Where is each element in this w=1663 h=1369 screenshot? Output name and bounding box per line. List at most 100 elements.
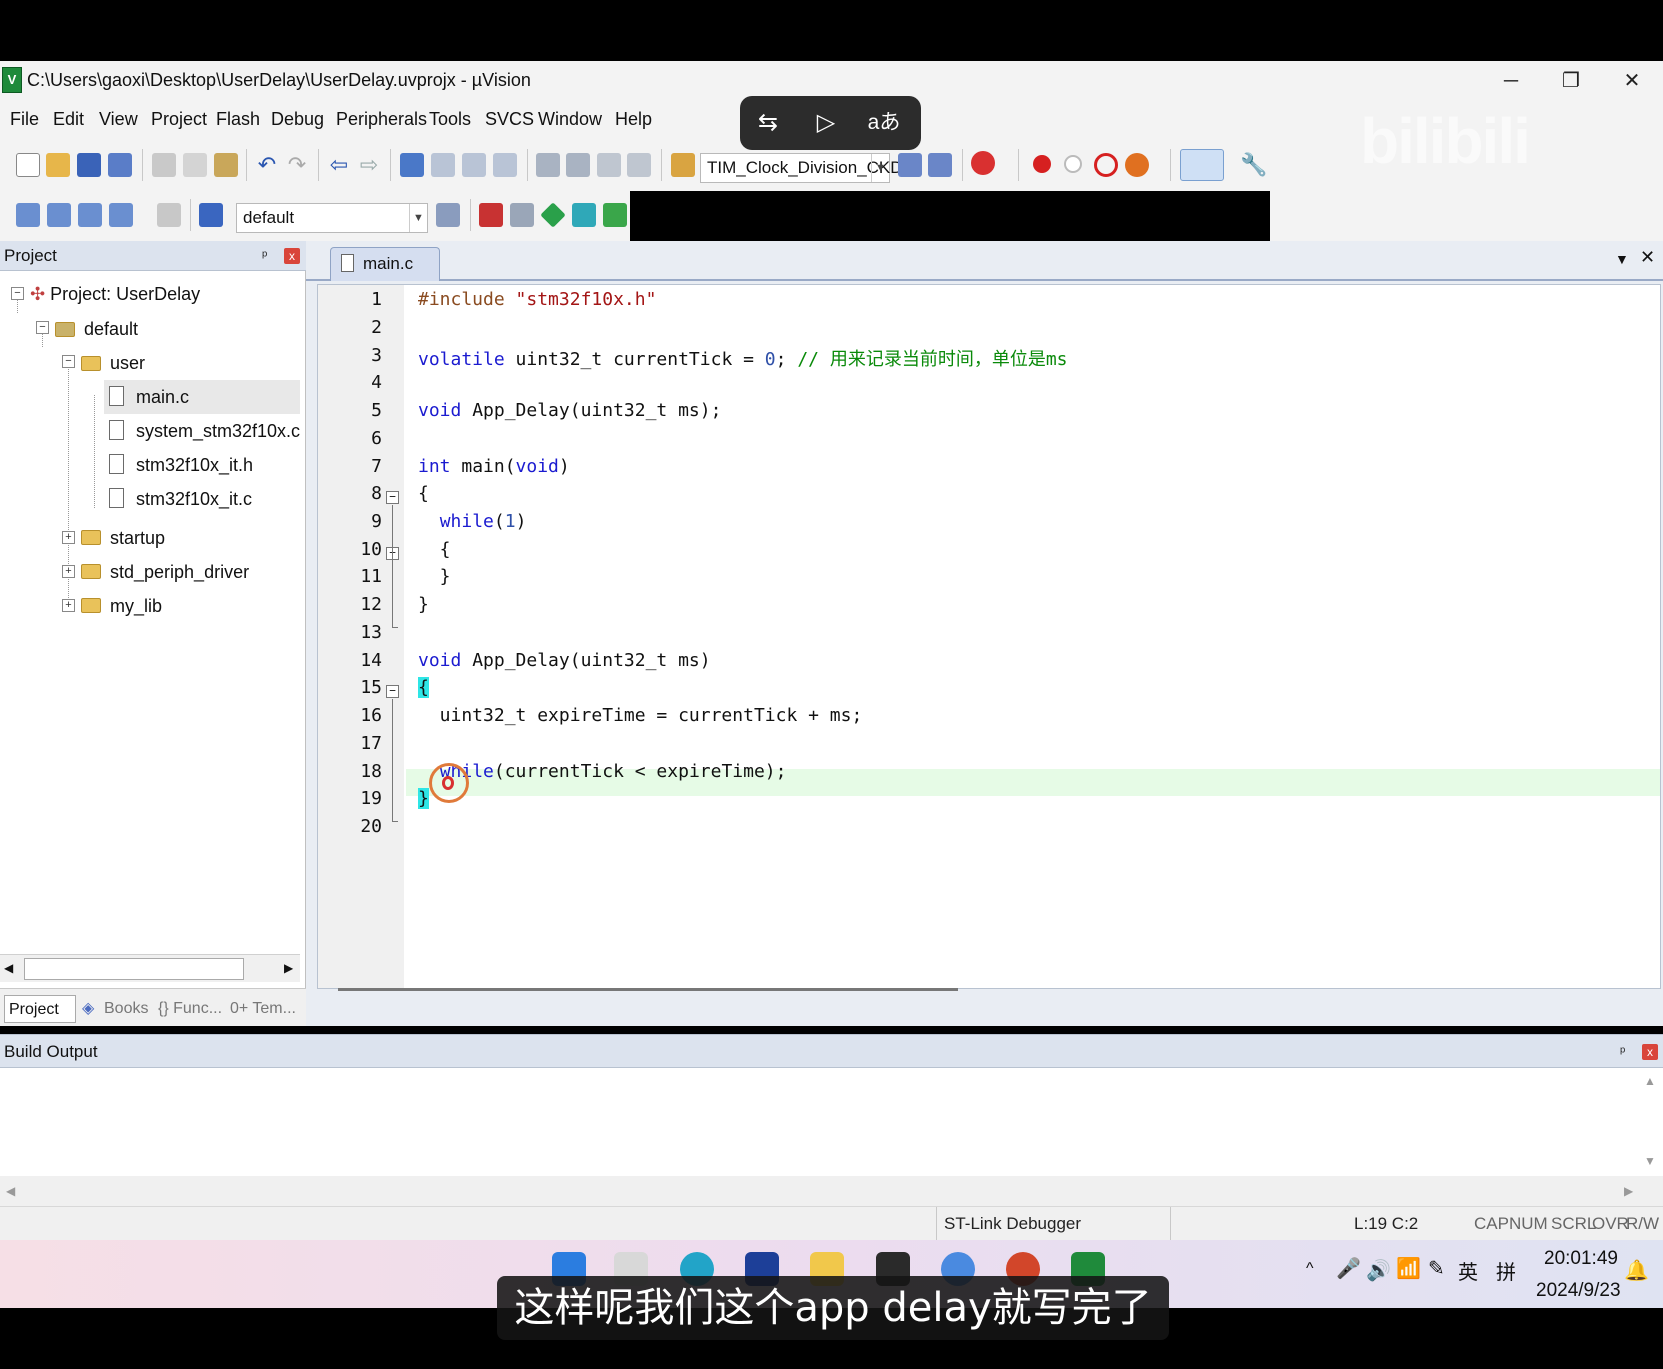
tree-file-main-c[interactable]: main.c <box>136 382 189 412</box>
new-file-icon[interactable] <box>16 153 40 177</box>
paste-icon[interactable] <box>214 153 238 177</box>
save-all-icon[interactable] <box>108 153 132 177</box>
translate-icon[interactable]: aあ <box>864 106 904 140</box>
open-file-icon[interactable] <box>46 153 70 177</box>
close-button[interactable]: ✕ <box>1604 65 1660 97</box>
fold-icon[interactable]: − <box>386 685 399 698</box>
menu-project[interactable]: Project <box>151 109 207 130</box>
volume-icon[interactable]: 🔊 <box>1366 1258 1391 1283</box>
configure-icon[interactable]: 🔧 <box>1240 153 1267 177</box>
scroll-thumb[interactable] <box>24 958 244 980</box>
debug-session-icon[interactable] <box>971 151 995 175</box>
prev-bookmark-icon[interactable] <box>431 153 455 177</box>
rte-icon[interactable] <box>603 203 627 227</box>
nav-back-icon[interactable]: ⇦ <box>327 153 351 177</box>
expand-icon[interactable]: + <box>62 599 75 612</box>
batch-build-icon[interactable] <box>109 203 133 227</box>
scroll-left-icon[interactable]: ◀ <box>4 961 13 975</box>
pack-installer-icon[interactable] <box>540 202 566 228</box>
pin-icon[interactable]: ᵖ <box>1620 1043 1625 1059</box>
tree-group-std-periph-driver[interactable]: std_periph_driver <box>110 557 249 587</box>
tray-overflow-icon[interactable]: ^ <box>1306 1260 1314 1278</box>
restore-button[interactable]: ❐ <box>1543 65 1599 97</box>
pen-icon[interactable]: ✎ <box>1428 1256 1445 1281</box>
tree-file-stm32f10x-it-c[interactable]: stm32f10x_it.c <box>136 484 252 514</box>
tree-file-stm32f10x-it-h[interactable]: stm32f10x_it.h <box>136 450 253 480</box>
tab-main-c[interactable]: main.c <box>330 247 440 281</box>
cut-icon[interactable] <box>152 153 176 177</box>
tab-templates[interactable]: 0+ Tem... <box>230 995 296 1023</box>
menu-tools[interactable]: Tools <box>429 109 471 130</box>
notification-bell-icon[interactable]: 🔔 <box>1624 1258 1649 1283</box>
ime-language[interactable]: 英 <box>1458 1256 1478 1285</box>
menu-help[interactable]: Help <box>615 109 652 130</box>
find-icon[interactable] <box>898 153 922 177</box>
tree-target-default[interactable]: default <box>84 314 138 344</box>
translate-file-icon[interactable] <box>16 203 40 227</box>
enable-breakpoint-icon[interactable] <box>1064 155 1082 173</box>
bookmark-icon[interactable] <box>400 153 424 177</box>
scroll-right-icon[interactable]: ▶ <box>284 961 293 975</box>
next-bookmark-icon[interactable] <box>462 153 486 177</box>
nav-forward-icon[interactable]: ⇨ <box>357 153 381 177</box>
tab-books[interactable]: Books <box>104 995 148 1023</box>
menu-debug[interactable]: Debug <box>271 109 324 130</box>
tab-project[interactable]: Project <box>4 995 76 1023</box>
collapse-icon[interactable]: − <box>36 321 49 334</box>
clock-date[interactable]: 2024/9/23 <box>1536 1280 1621 1302</box>
build-output-hscrollbar[interactable]: ◀ ▶ <box>0 1176 1663 1206</box>
tree-group-user[interactable]: user <box>110 348 145 378</box>
menu-edit[interactable]: Edit <box>53 109 84 130</box>
stop-build-icon[interactable] <box>157 203 181 227</box>
microphone-icon[interactable]: 🎤 <box>1336 1256 1361 1281</box>
fold-icon[interactable]: − <box>386 491 399 504</box>
indent-icon[interactable] <box>536 153 560 177</box>
unindent-icon[interactable] <box>566 153 590 177</box>
menu-svcs[interactable]: SVCS <box>485 109 534 130</box>
close-panel-icon[interactable]: x <box>284 248 300 264</box>
manage-project-items-icon[interactable] <box>479 203 503 227</box>
menu-view[interactable]: View <box>99 109 138 130</box>
expand-icon[interactable]: + <box>62 565 75 578</box>
expand-icon[interactable]: + <box>62 531 75 544</box>
close-tab-icon[interactable]: ✕ <box>1640 247 1655 268</box>
pin-icon[interactable]: ᵖ <box>262 247 267 263</box>
find-in-files-icon[interactable] <box>671 153 695 177</box>
tab-list-icon[interactable]: ▼ <box>1615 251 1629 267</box>
ime-mode[interactable]: 拼 <box>1496 1256 1516 1285</box>
uncomment-icon[interactable] <box>627 153 651 177</box>
build-icon[interactable] <box>47 203 71 227</box>
menu-peripherals[interactable]: Peripherals <box>336 109 427 130</box>
rebuild-icon[interactable] <box>78 203 102 227</box>
window-layout-icon[interactable] <box>1180 149 1224 181</box>
chevron-down-icon[interactable]: ▼ <box>409 204 427 232</box>
video-ai-icon[interactable]: ▷ <box>806 106 846 140</box>
close-panel-icon[interactable]: x <box>1642 1044 1658 1060</box>
target-options-icon[interactable] <box>436 203 460 227</box>
tree-project-root[interactable]: ✣ Project: UserDelay <box>30 279 200 309</box>
clock-time[interactable]: 20:01:49 <box>1544 1248 1618 1270</box>
scroll-up-icon[interactable]: ▲ <box>1644 1074 1656 1088</box>
manage-runtime-icon[interactable] <box>572 203 596 227</box>
insert-breakpoint-icon[interactable] <box>1033 155 1051 173</box>
scroll-right-icon[interactable]: ▶ <box>1624 1184 1633 1198</box>
tab-functions[interactable]: {} Func... <box>158 995 222 1023</box>
clear-bookmarks-icon[interactable] <box>493 153 517 177</box>
undo-icon[interactable]: ↶ <box>255 153 279 177</box>
minimize-button[interactable]: ─ <box>1483 65 1539 97</box>
collapse-icon[interactable]: − <box>62 355 75 368</box>
redo-icon[interactable]: ↷ <box>285 153 309 177</box>
scroll-left-icon[interactable]: ◀ <box>6 1184 15 1198</box>
kill-breakpoints-icon[interactable] <box>1125 153 1149 177</box>
tree-group-startup[interactable]: startup <box>110 523 165 553</box>
tree-group-my-lib[interactable]: my_lib <box>110 591 162 621</box>
editor-hscroll-thumb[interactable] <box>338 988 958 991</box>
menu-file[interactable]: File <box>10 109 39 130</box>
code-editor[interactable]: 1 2 3 4 5 6 7 8 9 10 11 12 13 14 15 16 1… <box>317 284 1661 991</box>
scroll-down-icon[interactable]: ▼ <box>1644 1154 1656 1168</box>
target-select[interactable]: default ▼ <box>236 203 428 233</box>
tree-file-system-stm32f10x-c[interactable]: system_stm32f10x.c <box>136 416 300 446</box>
find-combo[interactable]: TIM_Clock_Division_CKD ▼ <box>700 153 903 183</box>
switch-icon[interactable]: ⇆ <box>748 106 788 140</box>
copy-icon[interactable] <box>183 153 207 177</box>
